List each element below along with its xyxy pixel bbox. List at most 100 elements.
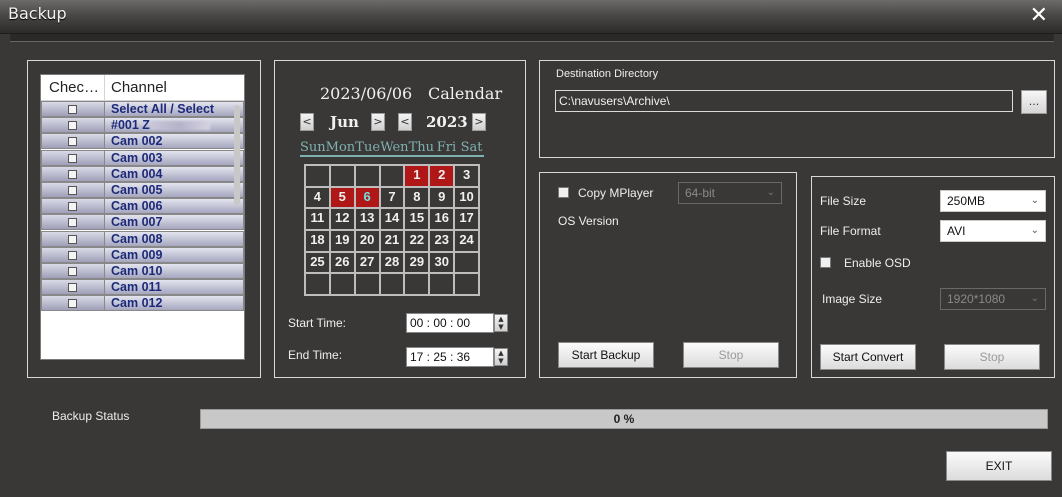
- next-year-button[interactable]: >: [472, 113, 486, 131]
- channel-row[interactable]: Cam 005: [41, 181, 244, 198]
- channel-checkbox-cell: [41, 279, 105, 296]
- calendar-day[interactable]: 9: [429, 186, 455, 209]
- channel-row[interactable]: Cam 004: [41, 165, 244, 182]
- calendar-day[interactable]: 23: [429, 229, 455, 252]
- channel-row[interactable]: Cam 012: [41, 295, 244, 312]
- calendar-day[interactable]: 27: [354, 251, 380, 274]
- channel-checkbox-cell: [41, 149, 105, 166]
- channel-checkbox[interactable]: [68, 202, 77, 212]
- calendar-day[interactable]: 16: [429, 208, 455, 230]
- calendar-day[interactable]: 11: [305, 208, 330, 230]
- title-divider: [10, 34, 1054, 42]
- file-size-select[interactable]: 250MB ⌄: [940, 190, 1046, 212]
- calendar-day[interactable]: 3: [454, 165, 479, 187]
- copy-mplayer-checkbox[interactable]: [558, 187, 569, 198]
- channel-scrollbar[interactable]: [234, 105, 240, 205]
- channel-row[interactable]: Cam 006: [41, 198, 244, 215]
- calendar-day[interactable]: 2: [429, 165, 455, 187]
- prev-month-button[interactable]: <: [300, 113, 314, 131]
- backup-progress-bar: 0 %: [200, 409, 1048, 429]
- channel-checkbox[interactable]: [68, 169, 77, 179]
- channel-checkbox[interactable]: [68, 234, 77, 244]
- stop-convert-button[interactable]: Stop: [944, 344, 1040, 370]
- close-icon[interactable]: ✕: [1030, 5, 1048, 27]
- progress-text: 0 %: [613, 412, 635, 426]
- end-time-input[interactable]: 17 : 25 : 36: [406, 347, 494, 367]
- calendar-day[interactable]: 14: [379, 208, 405, 230]
- bitness-select[interactable]: 64-bit ⌄: [678, 182, 782, 204]
- start-time-input[interactable]: 00 : 00 : 00: [406, 313, 494, 333]
- channel-row[interactable]: Cam 011: [41, 279, 244, 296]
- channel-name: Cam 002: [105, 133, 244, 150]
- channel-row[interactable]: Cam 003: [41, 149, 244, 166]
- channel-row[interactable]: Select All / Select: [41, 101, 244, 117]
- browse-button[interactable]: ...: [1021, 90, 1047, 114]
- prev-year-button[interactable]: <: [398, 113, 412, 131]
- next-month-button[interactable]: >: [371, 113, 385, 131]
- end-time-spinner[interactable]: ▲ ▼: [494, 348, 508, 366]
- start-backup-button[interactable]: Start Backup: [558, 342, 654, 368]
- weekday-label: Thu: [408, 140, 434, 155]
- calendar-day[interactable]: 24: [454, 229, 479, 252]
- channel-row[interactable]: Cam 009: [41, 246, 244, 263]
- calendar-day[interactable]: 15: [404, 208, 430, 230]
- calendar-day[interactable]: 5: [329, 186, 355, 209]
- calendar-day[interactable]: 12: [329, 208, 355, 230]
- channel-rows: Select All / Select #001 Z Cam 002 Cam 003 C…: [41, 101, 244, 312]
- channel-checkbox[interactable]: [68, 153, 77, 163]
- start-time-spinner[interactable]: ▲ ▼: [494, 314, 508, 332]
- calendar-day[interactable]: 29: [404, 251, 430, 274]
- channel-checkbox[interactable]: [68, 105, 77, 114]
- calendar-day[interactable]: 19: [329, 229, 355, 252]
- calendar-day[interactable]: 25: [305, 251, 330, 274]
- channel-row[interactable]: Cam 002: [41, 133, 244, 150]
- calendar-day[interactable]: 7: [379, 186, 405, 209]
- calendar-day[interactable]: 21: [379, 229, 405, 252]
- calendar-day: [454, 273, 479, 295]
- calendar-day[interactable]: 26: [329, 251, 355, 274]
- calendar-day[interactable]: 20: [354, 229, 380, 252]
- channel-checkbox[interactable]: [68, 250, 77, 260]
- calendar-day[interactable]: 10: [454, 186, 479, 209]
- enable-osd-label: Enable OSD: [844, 256, 911, 270]
- calendar-day[interactable]: 1: [404, 165, 430, 187]
- calendar-day[interactable]: 28: [379, 251, 405, 274]
- calendar-day[interactable]: 6: [354, 186, 380, 209]
- start-convert-button[interactable]: Start Convert: [820, 344, 916, 370]
- channel-checkbox-cell: [41, 214, 105, 231]
- stop-backup-button[interactable]: Stop: [683, 342, 779, 368]
- channel-checkbox-cell: [41, 246, 105, 263]
- calendar-day[interactable]: 18: [305, 229, 330, 252]
- calendar-day[interactable]: 17: [454, 208, 479, 230]
- channel-checkbox-cell: [41, 230, 105, 247]
- channel-checkbox[interactable]: [68, 137, 77, 147]
- calendar-day[interactable]: 13: [354, 208, 380, 230]
- weekday-label: Tue: [355, 140, 381, 155]
- channel-checkbox[interactable]: [68, 283, 77, 293]
- destination-path-input[interactable]: C:\navusers\Archive\: [555, 90, 1013, 112]
- channel-checkbox[interactable]: [68, 299, 77, 309]
- calendar-day: [305, 165, 330, 187]
- channel-checkbox[interactable]: [68, 266, 77, 276]
- channel-checkbox-cell: [41, 133, 105, 150]
- calendar-day[interactable]: 8: [404, 186, 430, 209]
- weekday-label: Sun: [300, 140, 326, 155]
- channel-row[interactable]: Cam 008: [41, 230, 244, 247]
- file-format-select[interactable]: AVI ⌄: [940, 220, 1046, 242]
- channel-checkbox[interactable]: [68, 121, 77, 131]
- channel-row[interactable]: #001 Z: [41, 117, 244, 134]
- channel-row[interactable]: Cam 010: [41, 262, 244, 279]
- channel-name: Cam 009: [105, 246, 244, 263]
- calendar-day[interactable]: 30: [429, 251, 455, 274]
- image-size-select[interactable]: 1920*1080 ⌄: [940, 288, 1046, 310]
- channel-checkbox[interactable]: [68, 218, 77, 228]
- channel-checkbox[interactable]: [68, 185, 77, 195]
- check-column-header[interactable]: Chec…: [41, 75, 105, 100]
- channel-row[interactable]: Cam 007: [41, 214, 244, 231]
- calendar-day[interactable]: 4: [305, 186, 330, 209]
- enable-osd-checkbox[interactable]: [820, 257, 831, 268]
- channel-column-header[interactable]: Channel: [105, 75, 244, 100]
- channel-name: Cam 005: [105, 181, 244, 198]
- exit-button[interactable]: EXIT: [946, 451, 1052, 481]
- calendar-day[interactable]: 22: [404, 229, 430, 252]
